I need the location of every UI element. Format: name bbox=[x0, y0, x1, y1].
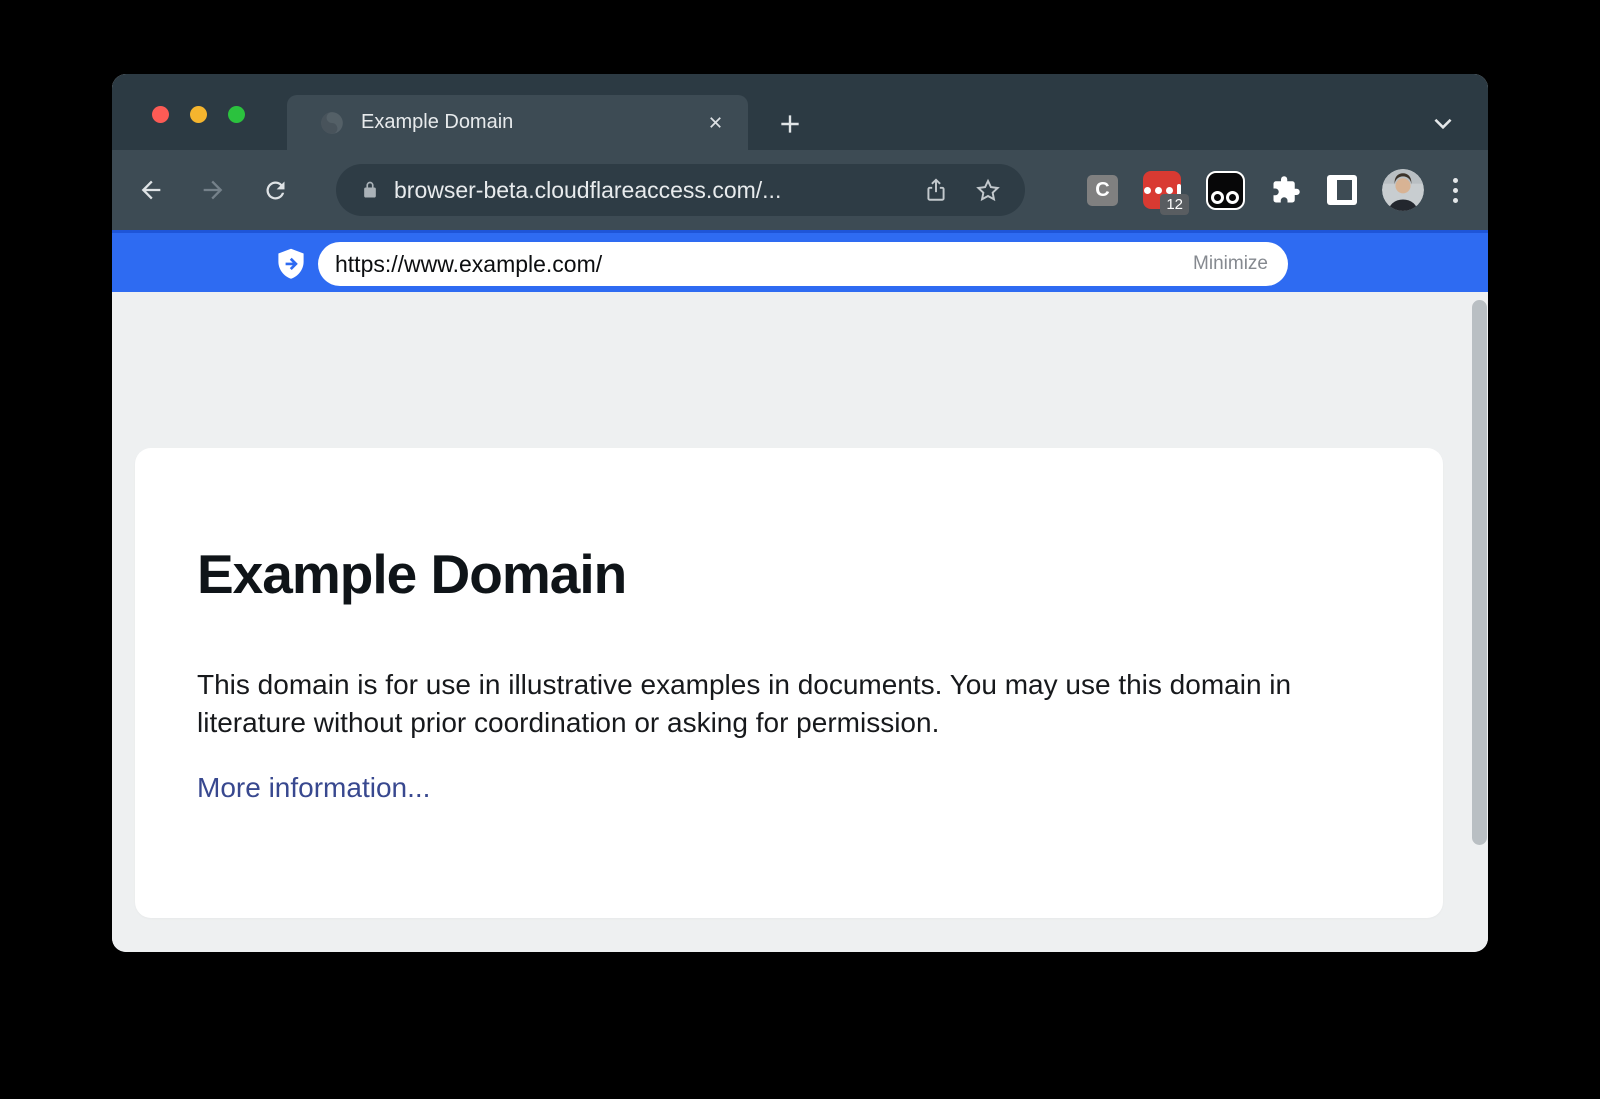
vertical-scrollbar[interactable] bbox=[1472, 300, 1487, 845]
password-manager-extension-icon[interactable]: 12 bbox=[1143, 171, 1181, 209]
remote-url-bar: Minimize bbox=[318, 242, 1288, 286]
tab-strip: Example Domain bbox=[112, 74, 1488, 150]
forward-button[interactable] bbox=[198, 175, 228, 205]
minimize-window-button[interactable] bbox=[190, 106, 207, 123]
reload-button[interactable] bbox=[260, 175, 290, 205]
extension-c-icon[interactable]: C bbox=[1087, 175, 1118, 206]
reload-icon bbox=[262, 177, 289, 204]
remote-url-input[interactable] bbox=[335, 251, 1193, 278]
goggles-extension-icon[interactable] bbox=[1206, 171, 1245, 210]
isolation-banner: Minimize bbox=[112, 230, 1488, 292]
plus-icon bbox=[777, 111, 803, 137]
extensions-menu-button[interactable] bbox=[1270, 174, 1302, 206]
browser-tab[interactable]: Example Domain bbox=[287, 95, 748, 150]
share-icon[interactable] bbox=[923, 177, 949, 203]
chevron-down-icon bbox=[1430, 110, 1456, 136]
example-domain-card: Example Domain This domain is for use in… bbox=[135, 448, 1443, 918]
extension-badge: 12 bbox=[1160, 194, 1189, 215]
browser-menu-button[interactable] bbox=[1449, 176, 1462, 205]
isolation-shield-icon bbox=[277, 248, 305, 280]
globe-icon bbox=[319, 110, 345, 136]
close-window-button[interactable] bbox=[152, 106, 169, 123]
address-bar[interactable]: browser-beta.cloudflareaccess.com/... bbox=[336, 164, 1025, 216]
minimize-banner-button[interactable]: Minimize bbox=[1193, 253, 1268, 275]
traffic-lights bbox=[152, 106, 245, 123]
lock-icon[interactable] bbox=[360, 180, 380, 200]
side-panel-button[interactable] bbox=[1327, 175, 1357, 205]
page-viewport: Example Domain This domain is for use in… bbox=[112, 292, 1488, 952]
zoom-window-button[interactable] bbox=[228, 106, 245, 123]
arrow-right-icon bbox=[199, 176, 227, 204]
bookmark-star-icon[interactable] bbox=[975, 177, 1001, 203]
profile-avatar[interactable] bbox=[1382, 169, 1424, 211]
tab-title: Example Domain bbox=[361, 111, 702, 134]
toolbar: browser-beta.cloudflareaccess.com/... C bbox=[112, 150, 1488, 230]
back-button[interactable] bbox=[136, 175, 166, 205]
new-tab-button[interactable] bbox=[774, 108, 806, 140]
browser-window: Example Domain bbox=[112, 74, 1488, 952]
page-title: Example Domain bbox=[197, 448, 1381, 606]
kebab-menu-icon bbox=[1453, 178, 1458, 183]
arrow-left-icon bbox=[137, 176, 165, 204]
tab-search-button[interactable] bbox=[1430, 110, 1456, 136]
url-text: browser-beta.cloudflareaccess.com/... bbox=[394, 177, 897, 204]
puzzle-icon bbox=[1271, 175, 1301, 205]
close-tab-icon[interactable] bbox=[702, 110, 728, 136]
more-information-link[interactable]: More information... bbox=[197, 772, 430, 804]
page-body-text: This domain is for use in illustrative e… bbox=[197, 666, 1367, 742]
extensions-cluster: C 12 bbox=[1087, 169, 1462, 211]
